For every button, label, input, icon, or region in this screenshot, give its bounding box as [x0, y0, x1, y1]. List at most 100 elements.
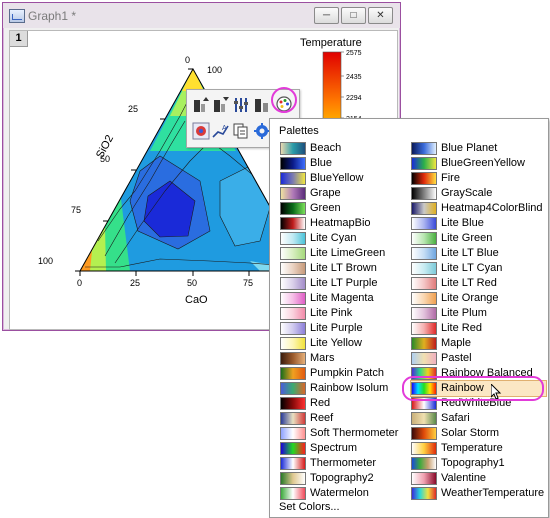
palette-item-pastel[interactable]: Pastel [411, 351, 546, 366]
palette-item-weathertemperature[interactable]: WeatherTemperature [411, 486, 546, 501]
apex-tick-zero: 0 [185, 55, 190, 65]
palette-label: Red [310, 397, 331, 409]
palette-swatch [411, 157, 437, 170]
palette-item-fire[interactable]: Fire [411, 171, 546, 186]
fill-color-icon[interactable] [192, 122, 210, 140]
palette-item-blue-planet[interactable]: Blue Planet [411, 141, 546, 156]
palette-item-solar-storm[interactable]: Solar Storm [411, 426, 546, 441]
copy-format-icon[interactable] [232, 122, 250, 140]
palette-swatch [411, 142, 437, 155]
palette-item-lite-blue[interactable]: Lite Blue [411, 216, 546, 231]
close-button[interactable]: ✕ [368, 7, 393, 24]
palette-label: Reef [310, 412, 334, 424]
palette-swatch [411, 487, 437, 500]
palette-swatch [280, 352, 306, 365]
palette-item-lite-orange[interactable]: Lite Orange [411, 291, 546, 306]
palette-label: Lite LT Blue [441, 247, 499, 259]
set-colors-menu-item[interactable]: Set Colors... [279, 501, 340, 513]
palette-item-lite-lt-brown[interactable]: Lite LT Brown [280, 261, 415, 276]
palette-label: Lite Orange [441, 292, 499, 304]
palette-label: Rainbow Isolum [310, 382, 389, 394]
palettes-header: Palettes [279, 125, 319, 137]
palette-label: Lite Red [441, 322, 482, 334]
palette-item-maple[interactable]: Maple [411, 336, 546, 351]
palette-swatch [280, 262, 306, 275]
palettes-menu: Palettes Beach Blue BlueYellow Grape Green He… [269, 118, 549, 518]
palette-swatch [280, 247, 306, 260]
palette-item-lite-green[interactable]: Lite Green [411, 231, 546, 246]
palette-item-thermometer[interactable]: Thermometer [280, 456, 415, 471]
palette-item-heatmap4colorblind[interactable]: Heatmap4ColorBlind [411, 201, 546, 216]
palette-label: Blue Planet [441, 142, 498, 154]
palette-swatch [411, 442, 437, 455]
palette-item-heatmapbio[interactable]: HeatmapBio [280, 216, 415, 231]
palette-item-lite-lt-cyan[interactable]: Lite LT Cyan [411, 261, 546, 276]
palette-item-lite-limegreen[interactable]: Lite LimeGreen [280, 246, 415, 261]
palette-label: Lite Cyan [310, 232, 357, 244]
line-label-icon[interactable]: A [212, 122, 230, 140]
palette-swatch [280, 172, 306, 185]
palette-swatch [411, 352, 437, 365]
palette-item-beach[interactable]: Beach [280, 141, 415, 156]
palette-item-watermelon[interactable]: Watermelon [280, 486, 415, 501]
palette-label: BlueGreenYellow [441, 157, 525, 169]
palette-item-mars[interactable]: Mars [280, 351, 415, 366]
palette-label: Lite LimeGreen [310, 247, 386, 259]
palette-item-spectrum[interactable]: Spectrum [280, 441, 415, 456]
palette-swatch [411, 172, 437, 185]
palette-item-topography1[interactable]: Topography1 [411, 456, 546, 471]
left-tick-25: 25 [128, 104, 138, 114]
palette-label: Beach [310, 142, 342, 154]
palette-swatch [280, 487, 306, 500]
palette-item-rainbow-isolum[interactable]: Rainbow Isolum [280, 381, 415, 396]
palette-item-temperature[interactable]: Temperature [411, 441, 546, 456]
rainbow-highlight-ring [402, 376, 544, 401]
palette-item-lite-lt-blue[interactable]: Lite LT Blue [411, 246, 546, 261]
palette-swatch [280, 217, 306, 230]
palette-item-lite-lt-purple[interactable]: Lite LT Purple [280, 276, 415, 291]
minimize-button[interactable]: ─ [314, 7, 339, 24]
palette-label: Pumpkin Patch [310, 367, 384, 379]
palette-item-lite-pink[interactable]: Lite Pink [280, 306, 415, 321]
palette-label: Lite LT Purple [310, 277, 378, 289]
palette-item-safari[interactable]: Safari [411, 411, 546, 426]
palette-swatch [411, 427, 437, 440]
palette-item-topography2[interactable]: Topography2 [280, 471, 415, 486]
palette-item-valentine[interactable]: Valentine [411, 471, 546, 486]
palette-item-lite-magenta[interactable]: Lite Magenta [280, 291, 415, 306]
color-scale-icon[interactable] [253, 96, 271, 114]
palette-item-reef[interactable]: Reef [280, 411, 415, 426]
palette-label: Safari [441, 412, 470, 424]
bottom-tick-50: 50 [187, 278, 197, 288]
palette-item-lite-lt-red[interactable]: Lite LT Red [411, 276, 546, 291]
palette-swatch [280, 412, 306, 425]
move-layer-down-icon[interactable] [212, 96, 230, 114]
palette-item-lite-plum[interactable]: Lite Plum [411, 306, 546, 321]
palette-item-lite-purple[interactable]: Lite Purple [280, 321, 415, 336]
palette-swatch [280, 157, 306, 170]
palette-swatch [280, 307, 306, 320]
palette-label: Lite LT Cyan [441, 262, 503, 274]
palette-label: Maple [441, 337, 471, 349]
palette-swatch [411, 292, 437, 305]
palette-item-lite-yellow[interactable]: Lite Yellow [280, 336, 415, 351]
window-titlebar[interactable]: Graph1 * ─ □ ✕ [3, 3, 400, 28]
palette-item-red[interactable]: Red [280, 396, 415, 411]
palette-item-blue[interactable]: Blue [280, 156, 415, 171]
palette-item-lite-cyan[interactable]: Lite Cyan [280, 231, 415, 246]
palette-item-grayscale[interactable]: GrayScale [411, 186, 546, 201]
contour-levels-icon[interactable] [232, 96, 250, 114]
palette-item-soft-thermometer[interactable]: Soft Thermometer [280, 426, 415, 441]
restore-button[interactable]: □ [341, 7, 366, 24]
palette-swatch [411, 412, 437, 425]
palette-item-pumpkin-patch[interactable]: Pumpkin Patch [280, 366, 415, 381]
palette-item-green[interactable]: Green [280, 201, 415, 216]
move-layer-up-icon[interactable] [192, 96, 210, 114]
palette-swatch [280, 232, 306, 245]
bottom-tick-75: 75 [243, 278, 253, 288]
palette-item-grape[interactable]: Grape [280, 186, 415, 201]
palette-item-bluegreenyellow[interactable]: BlueGreenYellow [411, 156, 546, 171]
palette-item-blueyellow[interactable]: BlueYellow [280, 171, 415, 186]
palette-swatch [280, 337, 306, 350]
palette-item-lite-red[interactable]: Lite Red [411, 321, 546, 336]
